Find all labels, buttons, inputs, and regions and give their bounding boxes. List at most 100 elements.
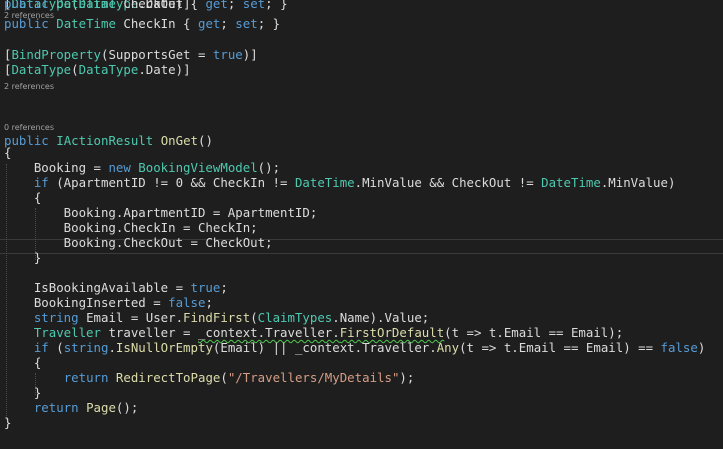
code-line[interactable]: BookingInserted = false; [4, 295, 213, 310]
code-token: (Email) || _context.Traveller. [212, 340, 437, 355]
code-token: (); [257, 160, 281, 175]
code-editor[interactable]: 2 references 2 references 0 references [… [0, 0, 723, 449]
code-token: )] [242, 47, 258, 62]
code-token: BookingInserted = [4, 295, 169, 310]
code-token: . [108, 340, 116, 355]
code-token: ( [71, 62, 79, 77]
code-token: BindProperty [11, 47, 101, 62]
code-token: set [235, 16, 258, 31]
code-token: ); [399, 370, 415, 385]
code-token: DateTime [56, 0, 116, 11]
code-token: } [4, 250, 42, 265]
code-line[interactable]: IsBookingAvailable = true; [4, 280, 228, 295]
code-token: IsBookingAvailable = [4, 280, 191, 295]
code-line[interactable]: Booking.ApartmentID = ApartmentID; [4, 205, 318, 220]
code-token: ; [227, 0, 243, 11]
code-line[interactable]: Booking = new BookingViewModel(); [4, 160, 280, 175]
code-token: false [168, 295, 206, 310]
code-line[interactable]: Booking.CheckIn = CheckIn; [4, 220, 258, 235]
code-token: FindFirst [183, 310, 251, 325]
code-token: _context.Traveller. [197, 325, 340, 340]
code-token: Page [86, 400, 116, 415]
code-token: ; } [265, 0, 288, 11]
code-line[interactable]: public IActionResult OnGet() [4, 133, 213, 148]
code-token: FirstOrDefault [339, 325, 445, 340]
code-token: DateTime [294, 175, 355, 190]
code-line[interactable]: Traveller traveller = _context.Traveller… [4, 325, 623, 340]
code-token: (SupportsGet = [101, 47, 213, 62]
code-line[interactable]: { [4, 190, 41, 205]
code-token: string [63, 340, 109, 355]
code-line[interactable]: [DataType(DataType.Date)] [4, 62, 191, 77]
code-token: public [4, 16, 49, 31]
code-token: false [660, 340, 698, 355]
code-line[interactable]: { [4, 355, 41, 370]
code-token: true [212, 47, 243, 62]
code-token: { [4, 355, 42, 370]
code-token: } [4, 385, 42, 400]
code-token: BookingViewModel [138, 160, 258, 175]
code-token: DataType [11, 62, 72, 77]
code-token: .Name).Value; [332, 310, 430, 325]
code-token: () [198, 133, 213, 148]
code-token: ) [697, 340, 706, 355]
code-line[interactable]: if (string.IsNullOrEmpty(Email) || _cont… [4, 340, 705, 355]
code-token: (t => t.Email == Email); [444, 325, 624, 340]
code-token: IsNullOrEmpty [115, 340, 213, 355]
code-token: set [242, 0, 266, 11]
code-token: ClaimTypes [257, 310, 333, 325]
codelens-references-checkout[interactable]: 2 references [4, 82, 54, 92]
code-token: .Date)] [138, 62, 191, 77]
code-line[interactable]: public DateTime CheckOut { get; set; } [4, 0, 288, 11]
code-token: string [33, 310, 79, 325]
code-token: (t => t.Email == Email) == [459, 340, 661, 355]
code-token: DataType [78, 62, 139, 77]
code-token: traveller = [100, 325, 198, 340]
code-token: OnGet [160, 133, 198, 148]
code-token: (); [115, 400, 139, 415]
code-token: if [33, 340, 49, 355]
code-line[interactable]: { [4, 145, 11, 160]
code-line[interactable]: [BindProperty(SupportsGet = true)] [4, 47, 258, 62]
code-token: Any [436, 340, 460, 355]
code-token: (ApartmentID != 0 && CheckIn != [48, 175, 295, 190]
code-token: .MinValue && CheckOut != [354, 175, 542, 190]
code-token: RedirectToPage [115, 370, 221, 385]
code-token: Booking.CheckIn = CheckIn; [4, 220, 258, 235]
code-token: DateTime [541, 175, 601, 190]
codelens-references-onget[interactable]: 0 references [4, 123, 54, 133]
code-line[interactable]: if (ApartmentID != 0 && CheckIn != DateT… [4, 175, 676, 190]
code-line[interactable]: string Email = User.FindFirst(ClaimTypes… [4, 310, 429, 325]
code-token: CheckIn { [115, 16, 198, 31]
code-line[interactable]: } [4, 250, 41, 265]
code-token: Booking.ApartmentID = ApartmentID; [4, 205, 318, 220]
code-token: get [197, 16, 221, 31]
code-token: ; } [257, 16, 281, 31]
code-line[interactable]: public DateTime CheckIn { get; set; } [4, 16, 280, 31]
code-token: new [108, 160, 131, 175]
code-line[interactable]: } [4, 415, 11, 430]
code-token: Booking = [4, 160, 109, 175]
code-line[interactable]: return Page(); [4, 400, 138, 415]
code-token: DateTime [56, 16, 116, 31]
code-token: ( [220, 370, 228, 385]
code-token: .MinValue) [600, 175, 676, 190]
code-token: IActionResult [56, 133, 154, 148]
code-line[interactable]: } [4, 385, 41, 400]
code-token: "/Travellers/MyDetails" [227, 370, 400, 385]
code-token: true [190, 280, 221, 295]
code-token: { [4, 190, 42, 205]
code-token: } [4, 415, 12, 430]
code-token: return [33, 400, 79, 415]
code-line[interactable]: Booking.CheckOut = CheckOut; [4, 235, 273, 250]
code-line[interactable]: return RedirectToPage("/Travellers/MyDet… [4, 370, 415, 385]
code-token: Booking.CheckOut = CheckOut; [4, 235, 273, 250]
code-token: { [4, 145, 12, 160]
code-token: public [4, 0, 49, 11]
